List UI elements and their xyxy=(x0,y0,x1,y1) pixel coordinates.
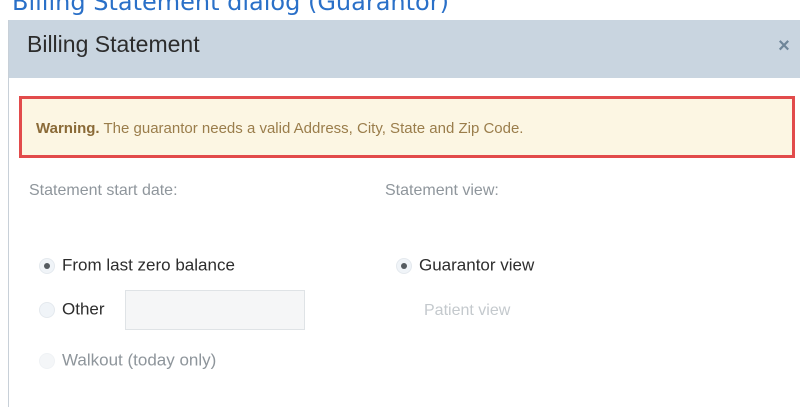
radio-checked-icon[interactable] xyxy=(39,257,55,274)
radio-label: Guarantor view xyxy=(419,255,535,275)
radio-label: From last zero balance xyxy=(62,255,235,275)
radio-label: Other xyxy=(62,299,105,319)
radio-checked-icon[interactable] xyxy=(396,257,412,274)
warning-message: The guarantor needs a valid Address, Cit… xyxy=(103,120,524,137)
radio-patient-view[interactable]: Patient view xyxy=(401,302,510,320)
radio-guarantor-view[interactable]: Guarantor view xyxy=(396,255,534,276)
dialog-title: Billing Statement xyxy=(27,31,200,57)
dialog-header: Billing Statement × xyxy=(9,20,800,78)
warning-alert: Warning. The guarantor needs a valid Add… xyxy=(19,96,795,158)
warning-strong-label: Warning. xyxy=(36,120,100,137)
page: Billing Statement dialog (Guarantor) Bil… xyxy=(0,0,800,407)
statement-view-label: Statement view: xyxy=(385,182,499,199)
other-date-input[interactable] xyxy=(125,290,305,330)
page-caption: Billing Statement dialog (Guarantor) xyxy=(12,0,449,16)
radio-from-last-zero-balance[interactable]: From last zero balance xyxy=(39,255,235,276)
statement-start-date-label: Statement start date: xyxy=(29,182,178,199)
warning-text: Warning. The guarantor needs a valid Add… xyxy=(36,120,523,137)
close-icon[interactable]: × xyxy=(773,35,795,57)
billing-statement-dialog: Billing Statement × Warning. The guarant… xyxy=(8,20,800,407)
radio-walkout[interactable]: Walkout (today only) xyxy=(39,350,216,371)
radio-label: Patient view xyxy=(424,302,511,319)
radio-other[interactable]: Other xyxy=(39,299,105,320)
radio-unchecked-icon[interactable] xyxy=(39,352,55,369)
radio-unchecked-icon[interactable] xyxy=(39,301,55,318)
radio-label: Walkout (today only) xyxy=(62,350,217,370)
